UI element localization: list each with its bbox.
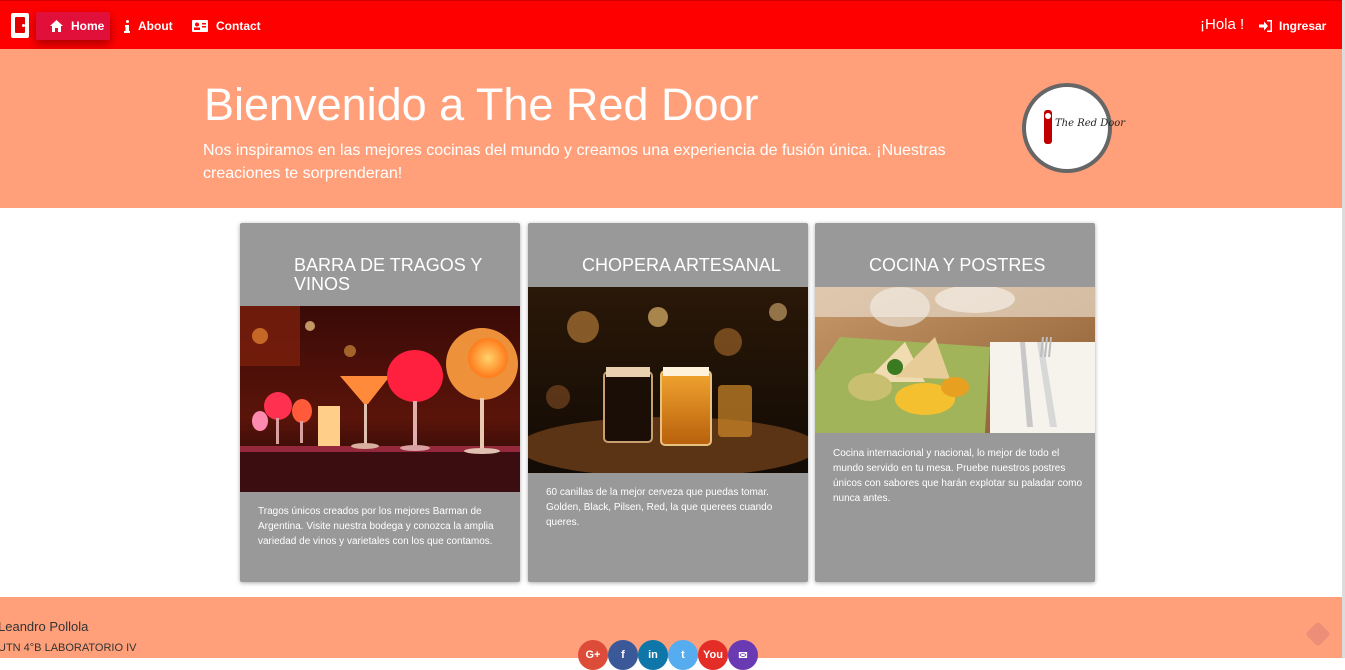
email-icon[interactable]: ✉ bbox=[728, 640, 758, 670]
card-food: COCINA Y POSTRES Cocina internacional y … bbox=[815, 223, 1095, 582]
nav-about-link[interactable]: About bbox=[124, 12, 173, 40]
cocktails-image bbox=[240, 306, 520, 492]
google-plus-icon[interactable]: G+ bbox=[578, 640, 608, 670]
contact-card-icon bbox=[192, 20, 208, 32]
nav-about-label: About bbox=[138, 19, 173, 33]
card-beer-title: CHOPERA ARTESANAL bbox=[582, 255, 781, 275]
sign-in-icon bbox=[1259, 20, 1272, 32]
nav-contact-label: Contact bbox=[216, 19, 261, 33]
card-beer-description: 60 canillas de la mejor cerveza que pued… bbox=[546, 487, 773, 528]
git-corner-icon[interactable] bbox=[1305, 621, 1331, 647]
card-beer: CHOPERA ARTESANAL 60 canillas de la mejo… bbox=[528, 223, 808, 582]
hero-banner: Bienvenido a The Red Door Nos inspiramos… bbox=[0, 49, 1342, 208]
top-navbar: Home About Contact ¡Hola ! Ingresar bbox=[0, 0, 1345, 49]
nav-contact-link[interactable]: Contact bbox=[192, 12, 261, 40]
food-image bbox=[815, 287, 1095, 433]
card-bar-description: Tragos únicos creados por los mejores Ba… bbox=[258, 506, 494, 547]
footer-author: Leandro Pollola bbox=[0, 619, 89, 634]
info-icon bbox=[124, 19, 130, 33]
hero-title: Bienvenido a The Red Door bbox=[204, 79, 759, 130]
login-label: Ingresar bbox=[1279, 19, 1327, 33]
footer-course: UTN 4°B LABORATORIO IV bbox=[0, 642, 137, 654]
beer-image bbox=[528, 287, 808, 473]
card-food-description: Cocina internacional y nacional, lo mejo… bbox=[833, 448, 1083, 504]
nav-home-label: Home bbox=[71, 19, 105, 33]
hero-subtitle: Nos inspiramos en las mejores cocinas de… bbox=[203, 142, 946, 182]
red-door-logo-icon[interactable] bbox=[11, 13, 29, 38]
facebook-icon[interactable]: f bbox=[608, 640, 638, 670]
card-food-title: COCINA Y POSTRES bbox=[869, 255, 1046, 275]
logo-emblem-icon bbox=[1044, 110, 1052, 144]
restaurant-logo: The Red Door bbox=[1022, 83, 1125, 173]
linkedin-icon[interactable]: in bbox=[638, 640, 668, 670]
youtube-icon[interactable]: You bbox=[698, 640, 728, 670]
nav-home-link[interactable]: Home bbox=[36, 12, 110, 40]
card-bar: BARRA DE TRAGOS Y VINOS Tragos únicos cr… bbox=[240, 223, 520, 582]
twitter-icon[interactable]: t bbox=[668, 640, 698, 670]
footer: Leandro Pollola UTN 4°B LABORATORIO IV G… bbox=[0, 597, 1342, 670]
card-bar-title: BARRA DE TRAGOS Y VINOS bbox=[294, 255, 483, 294]
logo-text: The Red Door bbox=[1055, 118, 1126, 129]
login-link[interactable]: Ingresar bbox=[1259, 19, 1326, 33]
door-knob bbox=[22, 24, 25, 27]
home-icon bbox=[50, 20, 63, 32]
greeting-text: ¡Hola ! bbox=[1200, 16, 1245, 33]
